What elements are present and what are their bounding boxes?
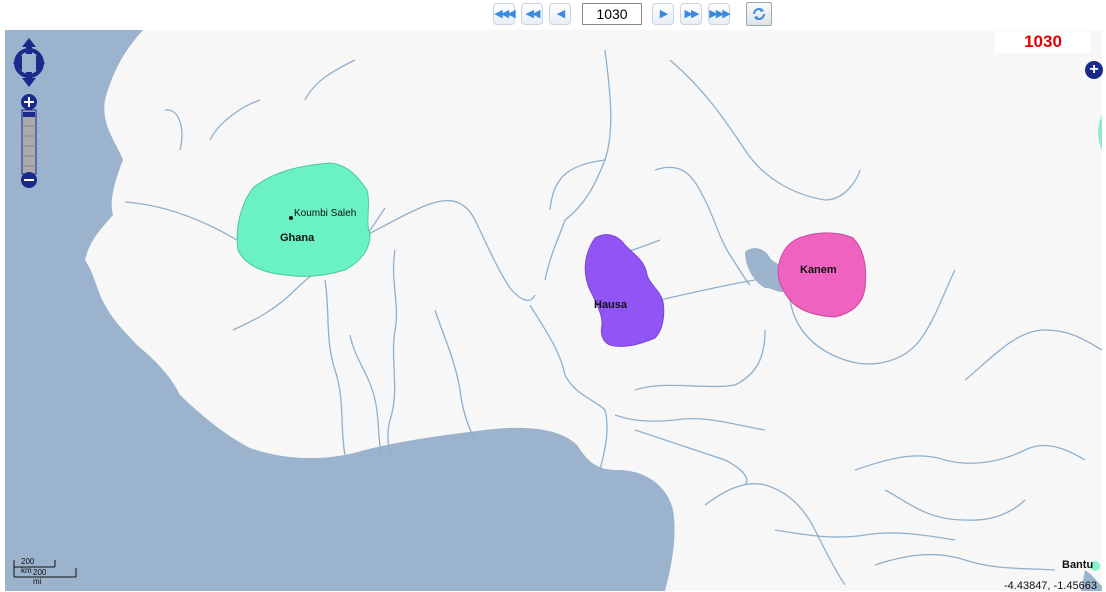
map-canvas[interactable] (5, 30, 1102, 591)
last-year-button[interactable]: ▶▶▶ (708, 3, 731, 25)
zoom-slider[interactable] (19, 94, 39, 189)
scale-mi-label: 200 mi (33, 568, 47, 586)
east-region-sliver (1098, 115, 1102, 150)
ghana-region[interactable] (236, 162, 371, 277)
fast-back-button[interactable]: ◀◀ (521, 3, 543, 25)
city-marker[interactable] (289, 216, 293, 220)
city-label-koumbi-saleh: Koumbi Saleh (294, 208, 357, 219)
gulf-of-guinea (5, 390, 675, 591)
pan-control[interactable] (12, 38, 46, 93)
zoom-control (19, 94, 39, 194)
forward-button[interactable]: ▶ (652, 3, 674, 25)
pan-arrows-icon[interactable] (12, 38, 46, 88)
refresh-button[interactable] (746, 2, 772, 26)
layer-switcher-button[interactable]: + (1085, 61, 1103, 79)
refresh-icon (753, 8, 765, 20)
map-viewport[interactable]: Ghana Hausa Kanem Koumbi Saleh (5, 30, 1102, 591)
region-label-ghana: Ghana (280, 232, 315, 244)
region-label-kanem: Kanem (800, 264, 837, 276)
hausa-region[interactable] (584, 234, 665, 347)
year-display: 1030 (995, 31, 1091, 53)
first-year-button[interactable]: ◀◀◀ (493, 3, 516, 25)
region-label-bantu: Bantu (1062, 559, 1094, 571)
region-label-hausa: Hausa (594, 299, 628, 311)
year-input[interactable] (582, 3, 642, 25)
mouse-coordinates: -4.43847, -1.45663 (1004, 580, 1097, 592)
fast-forward-button[interactable]: ▶▶ (680, 3, 702, 25)
timeline-toolbar: ◀◀◀ ◀◀ ◀ ▶ ▶▶ ▶▶▶ (0, 0, 1106, 30)
back-button[interactable]: ◀ (549, 3, 571, 25)
